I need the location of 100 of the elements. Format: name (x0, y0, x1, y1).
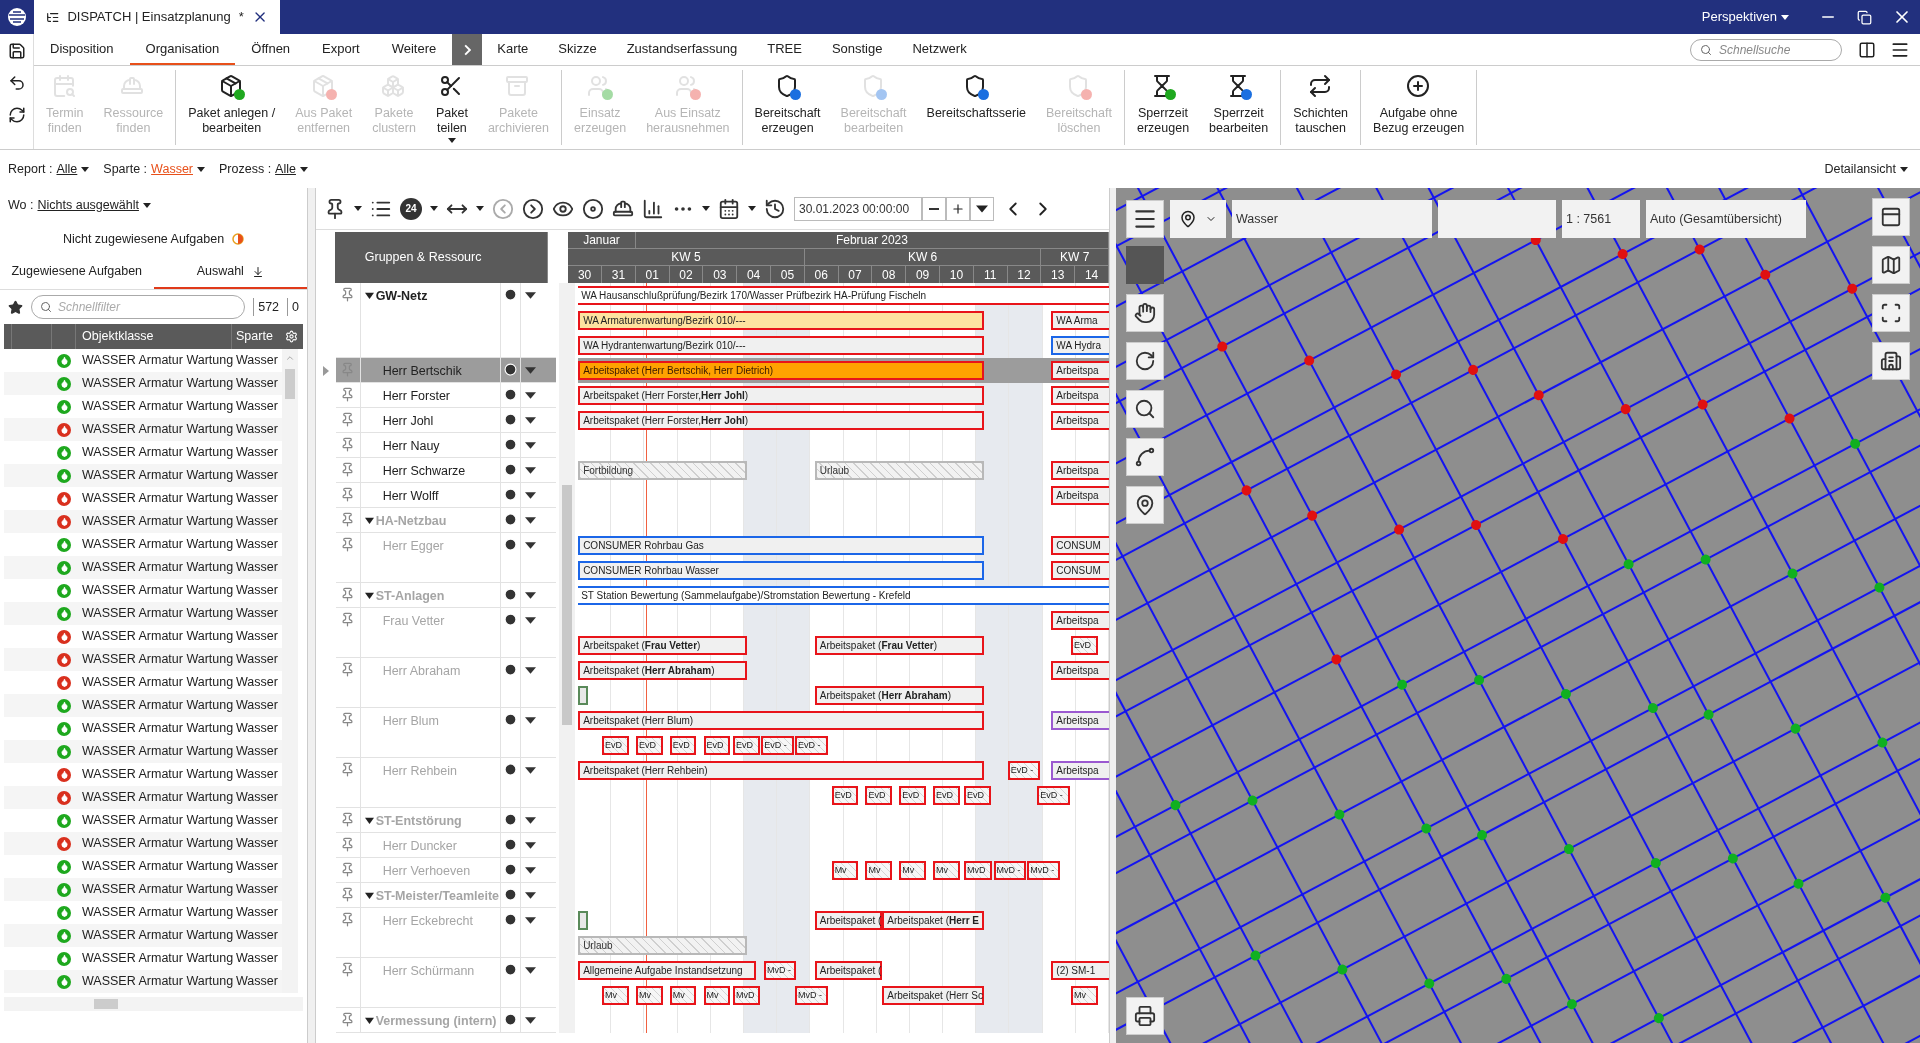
refresh-icon[interactable] (7, 106, 26, 124)
menu-tab[interactable]: Netzwerk (897, 34, 982, 65)
filter-link[interactable]: Alle (56, 159, 78, 179)
clock-icon[interactable] (503, 813, 517, 826)
clock-icon[interactable] (503, 863, 517, 876)
ribbon-button[interactable]: Sperrzeit erzeugen (1126, 70, 1200, 145)
caret-down-icon[interactable] (525, 717, 537, 724)
duty-bar[interactable]: EvD - (795, 736, 828, 755)
duty-bar[interactable]: Mv (899, 861, 926, 880)
restore-icon[interactable] (1857, 9, 1872, 25)
task-bar[interactable]: WA Hydrantenwartung/Bezirk 010/--- (578, 336, 984, 355)
summary-bar[interactable]: WA Hausanschlußprüfung/Bezirk 170/Wasser Prüfbezirk HA-Prüfung Fischeln (578, 286, 1109, 305)
resource-row[interactable]: Herr Schwarze (335, 458, 557, 483)
task-bar[interactable]: CONSUMER Rohrbau Wasser (578, 561, 984, 580)
bar-chart-icon[interactable] (642, 197, 664, 220)
increment-button[interactable] (946, 196, 970, 221)
clock-icon[interactable] (503, 413, 517, 426)
task-bar[interactable]: Arbeitspa (1051, 411, 1109, 430)
caret-down-icon[interactable] (525, 417, 537, 424)
duty-bar[interactable]: MvD (732, 986, 760, 1005)
duty-bar[interactable]: EvD (865, 786, 893, 805)
clock-icon[interactable] (503, 463, 517, 476)
print-button[interactable] (1126, 997, 1164, 1035)
clock-icon[interactable] (503, 763, 517, 776)
caret-down-icon[interactable] (525, 617, 537, 624)
ribbon-button[interactable]: Schichten tauschen (1283, 70, 1359, 145)
caret-down-icon[interactable] (81, 166, 90, 172)
settings-icon[interactable] (285, 330, 298, 343)
task-bar[interactable]: Arbeitspa (1051, 386, 1109, 405)
task-bar[interactable]: CONSUM (1051, 561, 1109, 580)
caret-down-icon[interactable] (525, 917, 537, 924)
duty-bar[interactable]: EvD - (1037, 786, 1070, 805)
detail-view-menu[interactable]: Detailansicht (1824, 159, 1908, 179)
task-bar[interactable]: Arbeitspa (1051, 361, 1109, 380)
ribbon-button[interactable]: Aufgabe ohne Bezug erzeugen (1363, 70, 1475, 145)
duty-bar[interactable]: EvD (602, 736, 629, 755)
buildings-button[interactable] (1872, 342, 1910, 380)
task-bar[interactable]: Arbeitspa (1051, 486, 1109, 505)
input-field[interactable] (1438, 200, 1556, 238)
duty-bar[interactable]: EvD (732, 736, 760, 755)
filter-field[interactable]: Schnellfilter (31, 295, 246, 319)
scrollbar-thumb[interactable] (562, 485, 573, 725)
caret-down-icon[interactable] (525, 492, 537, 499)
task-bar[interactable]: Arbeitspaket (Herr Forster,Herr Johl) (578, 386, 984, 405)
rotate-button[interactable] (1126, 342, 1164, 380)
clock-icon[interactable] (503, 438, 517, 451)
decrement-button[interactable] (922, 196, 946, 221)
menu-button[interactable] (1126, 200, 1164, 238)
layout-button[interactable] (1872, 198, 1910, 236)
task-bar[interactable]: Arbeitspaket ( (814, 911, 883, 930)
menu-tab[interactable]: Organisation (129, 34, 236, 65)
menu-tab[interactable]: TREE (752, 34, 817, 65)
layout-icon[interactable] (1858, 40, 1876, 59)
clock-icon[interactable] (503, 1013, 517, 1026)
duty-bar[interactable]: EvD (831, 786, 859, 805)
map-button[interactable] (1872, 246, 1910, 284)
task-bar[interactable]: Arbeitspaket (Herr Forster,Herr Johl) (578, 411, 984, 430)
duty-bar[interactable]: EvD - (761, 736, 794, 755)
undo-icon[interactable] (7, 74, 26, 92)
duty-bar[interactable]: MvD - (795, 986, 828, 1005)
measure-button[interactable] (1126, 438, 1164, 476)
next-icon[interactable] (522, 197, 544, 220)
task-bar[interactable]: Arbeitspaket (Herr Abraham) (578, 661, 748, 680)
panel-tab[interactable]: Zugewiesene Aufgaben (0, 256, 154, 289)
duty-bar[interactable]: MvD - (993, 861, 1026, 880)
marker-bar[interactable] (578, 911, 589, 930)
clock-icon[interactable] (503, 513, 517, 526)
task-bar[interactable]: Arbeitspaket (Frau Vetter) (578, 636, 748, 655)
caret-down-icon[interactable] (525, 767, 537, 774)
pin-button[interactable] (1126, 486, 1164, 524)
vertical-scrollbar[interactable] (282, 349, 298, 993)
scrollbar-thumb[interactable] (94, 999, 118, 1009)
task-bar[interactable]: CONSUM (1051, 536, 1109, 555)
caret-down-icon[interactable] (299, 166, 308, 172)
duty-bar[interactable]: Mv (669, 986, 697, 1005)
caret-down-icon[interactable] (525, 467, 537, 474)
duty-bar[interactable]: EvD (669, 736, 697, 755)
absence-bar[interactable]: Fortbildung (578, 461, 748, 480)
task-bar[interactable]: Arbeitspa (1051, 461, 1109, 480)
task-bar[interactable]: Arbeitspaket ( (814, 961, 883, 980)
task-bar[interactable]: WA Arma (1051, 311, 1109, 330)
menu-tab[interactable]: Öffnen (235, 34, 307, 65)
layer-field[interactable]: Wasser (1232, 200, 1432, 238)
resource-row[interactable]: Herr Wolff (335, 483, 557, 508)
task-bar[interactable]: WA Hydra (1051, 336, 1109, 355)
caret-down-icon[interactable] (525, 1017, 537, 1024)
duty-bar[interactable]: Mv (635, 986, 663, 1005)
menu-tab[interactable]: Sonstige (816, 34, 898, 65)
duty-bar[interactable]: EvD (964, 786, 991, 805)
expand-triangle-icon[interactable] (364, 516, 374, 525)
caret-down-icon[interactable] (1781, 14, 1789, 20)
clock-icon[interactable] (503, 838, 517, 851)
duty-bar[interactable]: Mv (703, 986, 731, 1005)
absence-bar[interactable]: Urlaub (578, 936, 748, 955)
calendar-icon[interactable] (718, 197, 740, 220)
duty-bar[interactable]: Mv (1070, 986, 1098, 1005)
caret-down-icon[interactable] (142, 202, 151, 208)
aerial-map-placeholder[interactable]: Wasser 1 : 7561 Auto (Gesamtübersicht) (1116, 188, 1920, 1043)
dropdown-button[interactable] (970, 196, 994, 221)
search-button[interactable] (1126, 390, 1164, 428)
